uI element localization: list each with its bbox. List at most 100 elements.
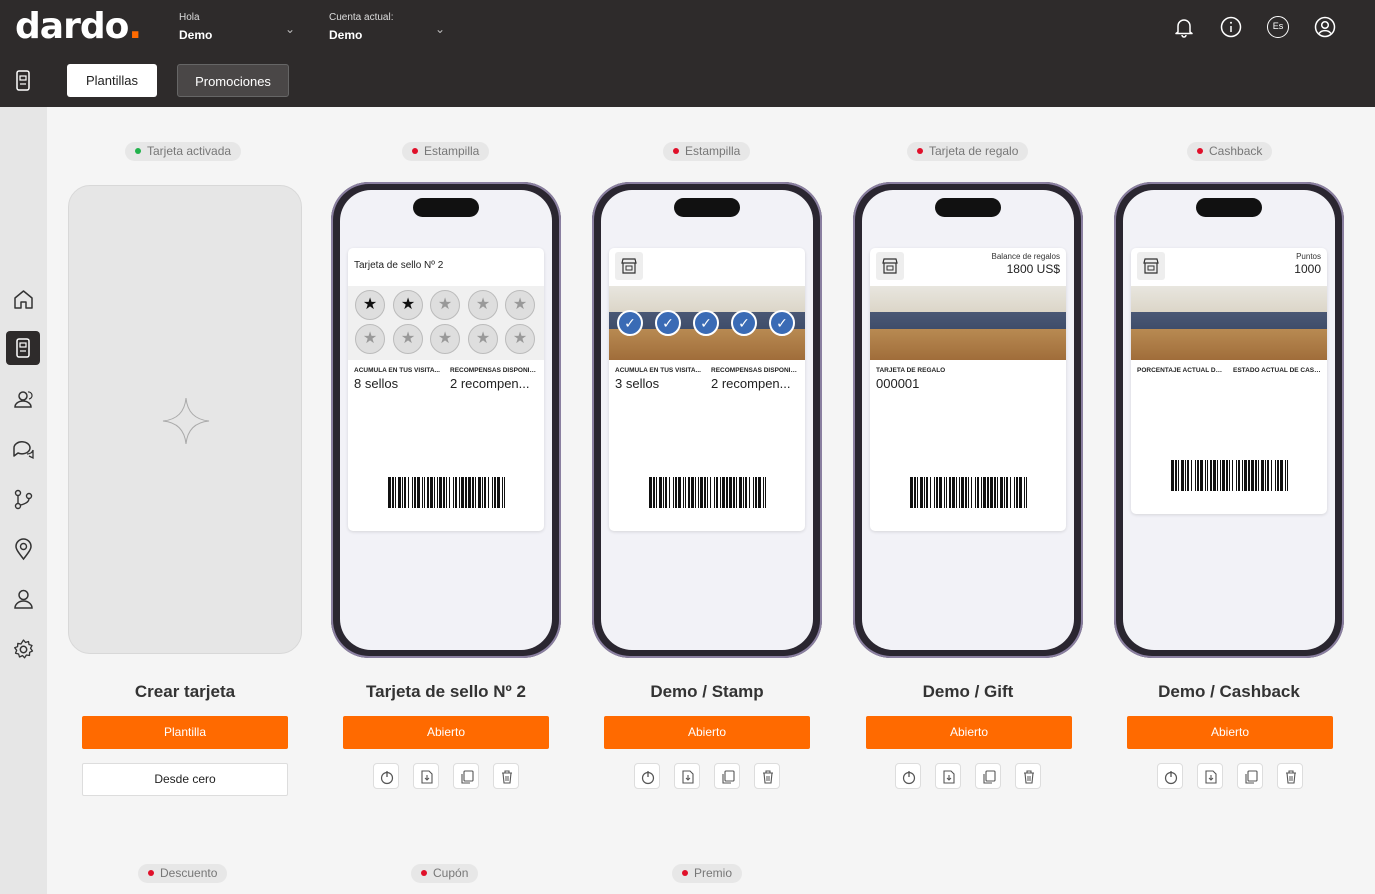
tab-templates[interactable]: Plantillas: [67, 64, 157, 97]
open-button[interactable]: Abierto: [343, 716, 549, 749]
dardo-logo[interactable]: dardo.: [15, 6, 142, 47]
download-button[interactable]: [674, 763, 700, 789]
phone-preview[interactable]: Balance de regalos 1800 US$ TARJETA DE R…: [853, 182, 1083, 658]
power-button[interactable]: [1157, 763, 1183, 789]
store-icon: [1137, 252, 1165, 280]
sub-bar: Plantillas Promociones: [0, 54, 1375, 107]
download-button[interactable]: [413, 763, 439, 789]
power-icon: [380, 771, 394, 785]
trash-icon: [502, 770, 512, 784]
pass-card: Tarjeta de sello Nº 2 ★ ★ ★ ★ ★ ★ ★ ★ ★ …: [348, 248, 544, 531]
header-field: Puntos 1000: [1294, 252, 1321, 276]
download-button[interactable]: [935, 763, 961, 789]
phone-notch: [935, 198, 1001, 217]
venue-photo: [1131, 286, 1327, 360]
star-icon: ★: [393, 290, 423, 320]
chevron-down-icon: ⌄: [435, 22, 446, 36]
field-value: 3 sellos: [615, 376, 660, 391]
card-name: Demo / Stamp: [650, 682, 764, 701]
flow-icon[interactable]: [11, 487, 36, 512]
status-badge: Estampilla: [402, 142, 490, 161]
status-badge: Cupón: [411, 864, 479, 883]
tab-promotions[interactable]: Promociones: [177, 64, 289, 97]
power-button[interactable]: [373, 763, 399, 789]
user-selector[interactable]: Hola Demo ⌄: [179, 12, 299, 42]
sidebar-item-wallet[interactable]: [6, 331, 40, 365]
pass-card: Balance de regalos 1800 US$ TARJETA DE R…: [870, 248, 1066, 531]
check-icon: ✓: [655, 310, 681, 336]
power-icon: [902, 771, 916, 785]
user-icon[interactable]: [1314, 16, 1336, 38]
wallet-icon[interactable]: [15, 70, 31, 92]
power-button[interactable]: [895, 763, 921, 789]
status-badge: Descuento: [138, 864, 228, 883]
barcode: [910, 477, 1027, 508]
account-selector[interactable]: Cuenta actual: Demo ⌄: [329, 12, 449, 42]
star-icon: ★: [468, 290, 498, 320]
open-button[interactable]: Abierto: [604, 716, 810, 749]
duplicate-button[interactable]: [453, 763, 479, 789]
barcode: [649, 477, 766, 508]
power-icon: [641, 771, 655, 785]
top-bar: dardo. Hola Demo ⌄ Cuenta actual: Demo ⌄…: [0, 0, 1375, 54]
field-value: 000001: [876, 376, 920, 391]
star-icon: ★: [505, 290, 535, 320]
field-label: TARJETA DE REGALO: [876, 367, 946, 374]
phone-preview[interactable]: ✓ ✓ ✓ ✓ ✓ ACUMULA EN TUS VISITA... 3 sel…: [592, 182, 822, 658]
settings-icon[interactable]: [11, 637, 36, 662]
power-button[interactable]: [634, 763, 660, 789]
home-icon[interactable]: [11, 287, 36, 312]
sparkle-icon: [162, 397, 210, 445]
download-icon: [943, 770, 955, 784]
bell-icon[interactable]: [1173, 16, 1195, 38]
card-name: Crear tarjeta: [134, 682, 236, 701]
card-name: Tarjeta de sello Nº 2: [366, 682, 526, 701]
duplicate-icon: [722, 770, 735, 784]
phone-preview[interactable]: Puntos 1000 PORCENTAJE ACTUAL DE ... EST…: [1114, 182, 1344, 658]
location-icon[interactable]: [11, 537, 36, 562]
status-badge: Tarjeta activada: [125, 142, 242, 161]
duplicate-button[interactable]: [1237, 763, 1263, 789]
store-icon: [615, 252, 643, 280]
barcode: [388, 477, 505, 508]
duplicate-button[interactable]: [714, 763, 740, 789]
download-icon: [682, 770, 694, 784]
trash-button[interactable]: [754, 763, 780, 789]
status-badge: Tarjeta de regalo: [907, 142, 1029, 161]
from-scratch-button[interactable]: Desde cero: [82, 763, 288, 796]
trash-button[interactable]: [1277, 763, 1303, 789]
field-label: PORCENTAJE ACTUAL DE ...: [1137, 367, 1225, 374]
phone-preview[interactable]: Tarjeta de sello Nº 2 ★ ★ ★ ★ ★ ★ ★ ★ ★ …: [331, 182, 561, 658]
star-icon: ★: [468, 324, 498, 354]
info-icon[interactable]: [1220, 16, 1242, 38]
field-value: 2 recompen...: [450, 376, 530, 391]
user-icon[interactable]: [11, 587, 36, 612]
field-label: ACUMULA EN TUS VISITA...: [615, 367, 701, 374]
duplicate-icon: [461, 770, 474, 784]
status-badge: Cashback: [1187, 142, 1273, 161]
template-button[interactable]: Plantilla: [82, 716, 288, 749]
field-label: ACUMULA EN TUS VISITA...: [354, 367, 440, 374]
download-icon: [1205, 770, 1217, 784]
open-button[interactable]: Abierto: [866, 716, 1072, 749]
download-button[interactable]: [1197, 763, 1223, 789]
trash-icon: [1024, 770, 1034, 784]
language-icon[interactable]: Es: [1267, 16, 1289, 38]
trash-button[interactable]: [1015, 763, 1041, 789]
chat-icon[interactable]: [11, 437, 36, 462]
check-icon: ✓: [769, 310, 795, 336]
duplicate-button[interactable]: [975, 763, 1001, 789]
users-icon[interactable]: [11, 387, 36, 412]
create-card-placeholder[interactable]: [68, 185, 302, 654]
field-label: RECOMPENSAS DISPONIB...: [450, 367, 538, 374]
hello-user: Demo: [179, 28, 213, 42]
download-icon: [421, 770, 433, 784]
star-icon: ★: [355, 290, 385, 320]
trash-button[interactable]: [493, 763, 519, 789]
barcode: [1171, 460, 1288, 491]
open-button[interactable]: Abierto: [1127, 716, 1333, 749]
check-icon: ✓: [617, 310, 643, 336]
pass-card: ✓ ✓ ✓ ✓ ✓ ACUMULA EN TUS VISITA... 3 sel…: [609, 248, 805, 531]
store-icon: [876, 252, 904, 280]
sidebar: [0, 107, 47, 894]
